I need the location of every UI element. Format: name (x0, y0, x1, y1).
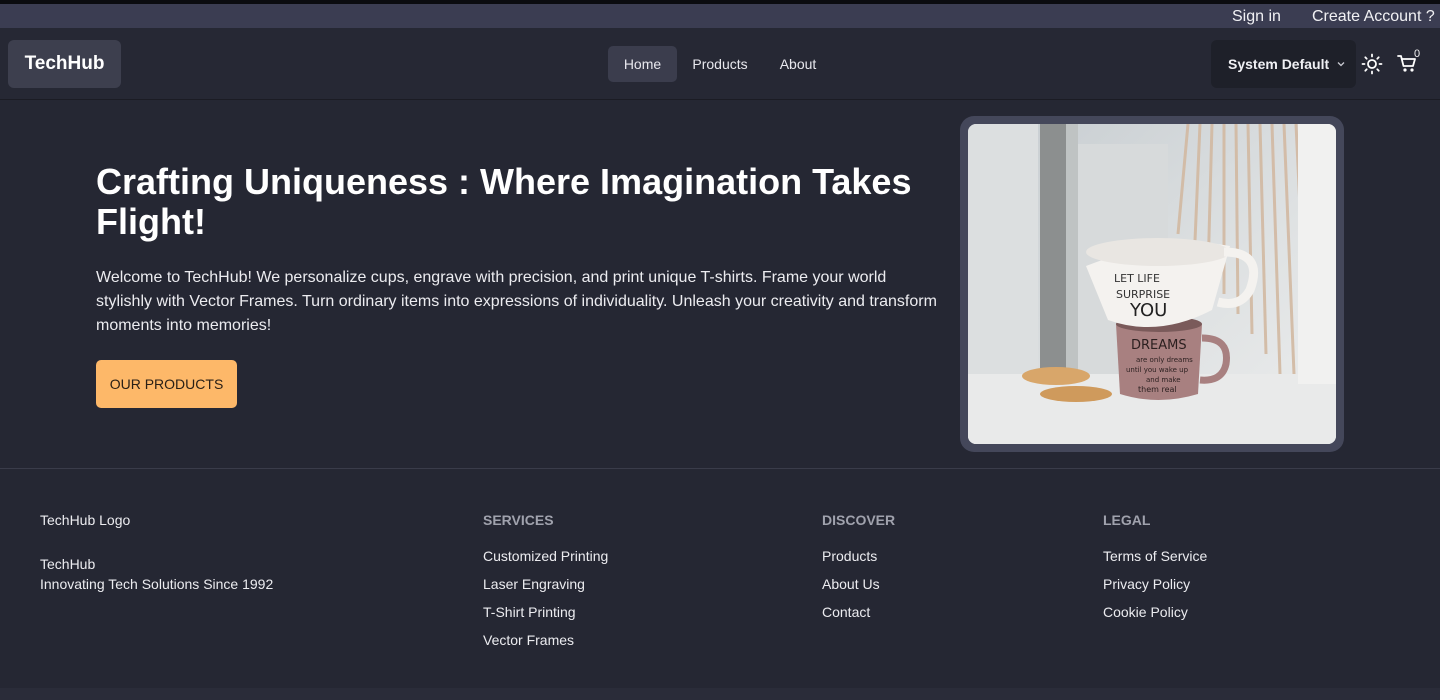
hero-title: Crafting Uniqueness : Where Imagination … (96, 161, 912, 242)
footer-link-contact[interactable]: Contact (822, 604, 895, 632)
footer-link-about-us[interactable]: About Us (822, 576, 895, 604)
footer-logo[interactable]: TechHub Logo (40, 512, 130, 528)
brand-logo[interactable]: TechHub (8, 40, 121, 88)
sun-icon[interactable] (1361, 53, 1383, 75)
nav-about[interactable]: About (764, 46, 832, 82)
theme-select-value: System Default (1228, 56, 1330, 72)
mug-text-line-2: until you wake up (1126, 366, 1189, 374)
mug-text-you: YOU (1129, 300, 1167, 321)
mug-text-line-1: are only dreams (1136, 356, 1193, 364)
auth-bar: Sign in Create Account ? (0, 4, 1440, 28)
mug-text-top: LET LIFE (1114, 272, 1160, 285)
cart-count-badge: 0 (1414, 48, 1421, 60)
footer-bottom-band (0, 688, 1440, 700)
footer-heading-services: SERVICES (483, 512, 554, 528)
hero-description: Welcome to TechHub! We personalize cups,… (96, 269, 937, 334)
footer-link-customized-printing[interactable]: Customized Printing (483, 548, 608, 576)
hero-image-frame: LET LIFE SURPRISE YOU DREAMS are only dr… (960, 116, 1344, 452)
theme-select[interactable]: System Default (1211, 40, 1356, 88)
create-account-link[interactable]: Create Account ? (1312, 8, 1435, 26)
our-products-button[interactable]: OUR PRODUCTS (96, 360, 237, 408)
footer-column-discover: DISCOVER Products About Us Contact (822, 512, 895, 632)
footer-link-privacy[interactable]: Privacy Policy (1103, 576, 1207, 604)
footer-heading-discover: DISCOVER (822, 512, 896, 528)
mug-text-dreams: DREAMS (1131, 338, 1187, 353)
main-navbar: TechHub Home Products About System Defau… (0, 28, 1440, 100)
sign-in-link[interactable]: Sign in (1232, 8, 1281, 26)
footer-link-cookie[interactable]: Cookie Policy (1103, 604, 1207, 632)
footer-link-laser-engraving[interactable]: Laser Engraving (483, 576, 608, 604)
footer-link-products[interactable]: Products (822, 548, 895, 576)
section-divider (0, 468, 1440, 469)
footer-column-legal: LEGAL Terms of Service Privacy Policy Co… (1103, 512, 1207, 632)
footer-link-vector-frames[interactable]: Vector Frames (483, 632, 608, 660)
nav-products[interactable]: Products (682, 46, 758, 82)
footer-link-tshirt-printing[interactable]: T-Shirt Printing (483, 604, 608, 632)
nav-home[interactable]: Home (608, 46, 677, 82)
footer-column-services: SERVICES Customized Printing Laser Engra… (483, 512, 608, 660)
footer-company-name: TechHub (40, 556, 96, 572)
chevron-down-icon (1337, 62, 1345, 67)
hero-mugs-image: LET LIFE SURPRISE YOU DREAMS are only dr… (968, 124, 1336, 444)
footer-heading-legal: LEGAL (1103, 512, 1151, 528)
footer-link-terms[interactable]: Terms of Service (1103, 548, 1207, 576)
footer-tagline: Innovating Tech Solutions Since 1992 (40, 576, 274, 592)
mug-text-line-4: them real (1138, 385, 1177, 394)
mug-text-line-3: and make (1146, 376, 1181, 384)
